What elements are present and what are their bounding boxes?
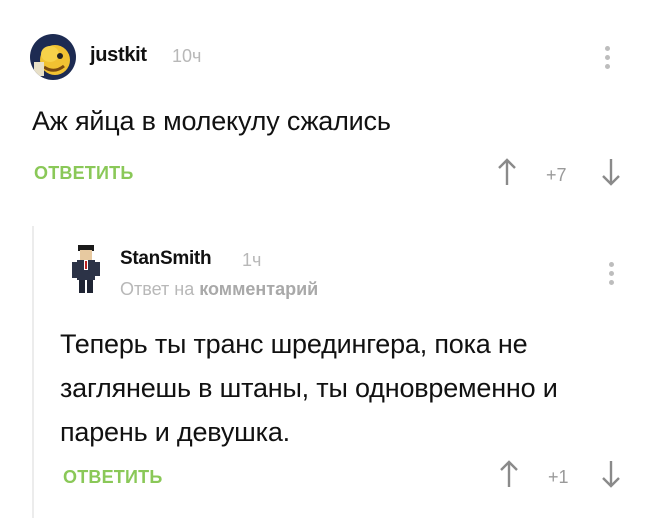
upvote-arrow-icon[interactable]: [498, 459, 520, 489]
cartoon-avatar-icon: [30, 34, 76, 80]
comment-time: 10ч: [172, 46, 202, 66]
thread-branch-line: [32, 226, 34, 518]
user-avatar[interactable]: [64, 243, 108, 295]
downvote-arrow-icon[interactable]: [600, 459, 622, 489]
comment-thread: justkit 10ч Аж яйца в молекулу сжались О…: [0, 0, 650, 518]
reply-button[interactable]: ОТВЕТИТЬ: [34, 163, 133, 184]
comment-text: Аж яйца в молекулу сжались: [32, 106, 391, 136]
more-options-icon[interactable]: [602, 256, 622, 292]
user-avatar[interactable]: [30, 34, 76, 80]
reply-text: Теперь ты транс шредингера, пока не загл…: [60, 329, 558, 447]
reply-time: 1ч: [242, 250, 262, 270]
reply-to-prefix: Ответ на: [120, 279, 195, 299]
rating-score: +1: [548, 467, 569, 487]
reply-button[interactable]: ОТВЕТИТЬ: [63, 467, 162, 488]
upvote-arrow-icon[interactable]: [496, 157, 518, 187]
reply-to-link[interactable]: комментарий: [199, 279, 318, 299]
reply-author[interactable]: StanSmith: [120, 248, 212, 270]
reply-to-info: Ответ на комментарий: [120, 279, 318, 300]
rating-score: +7: [546, 165, 567, 185]
downvote-arrow-icon[interactable]: [600, 157, 622, 187]
more-options-icon[interactable]: [598, 40, 618, 76]
comment-author[interactable]: justkit: [90, 44, 147, 67]
man-in-suit-avatar-icon: [72, 245, 100, 293]
